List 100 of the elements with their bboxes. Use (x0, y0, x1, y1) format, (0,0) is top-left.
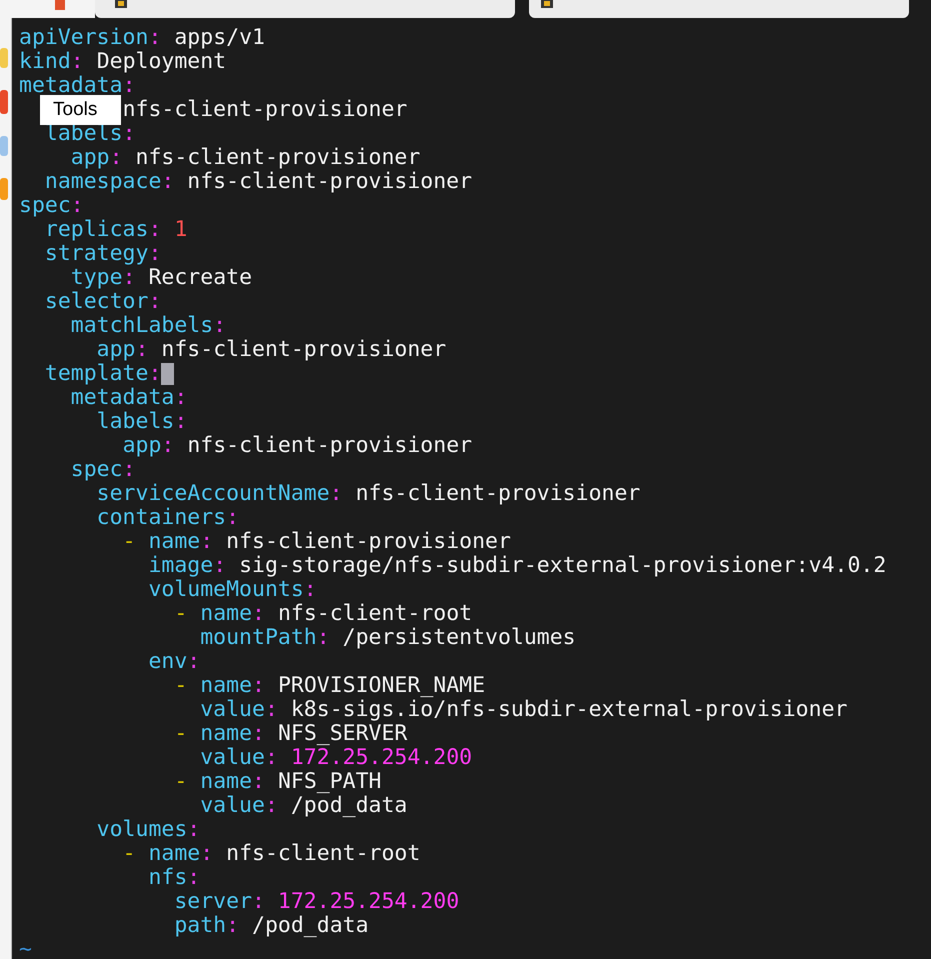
colon: : (136, 338, 148, 362)
yaml-value: k8s-sigs.io/nfs-subdir-external-provisioner (290, 698, 848, 722)
colon: : (316, 626, 330, 650)
yaml-value: nfs-client-root (278, 602, 472, 626)
colon: : (148, 242, 162, 266)
yaml-value: nfs-client-provisioner (187, 434, 472, 458)
colon: : (148, 218, 162, 242)
yaml-value: PROVISIONER_NAME (278, 674, 486, 698)
colon: : (187, 650, 200, 674)
yaml-key: matchLabels (70, 314, 214, 338)
yaml-value: NFS_SERVER (278, 722, 408, 746)
yaml-key: spec (70, 458, 123, 482)
list-dash: - (122, 530, 136, 554)
colon: : (330, 482, 343, 506)
yaml-key: nfs (148, 866, 188, 890)
terminal-tab[interactable] (529, 0, 909, 18)
yaml-value: sig-storage/nfs-subdir-external-provisioner:v4.0.2 (239, 554, 886, 578)
app-icon[interactable] (0, 90, 8, 114)
colon: : (252, 722, 265, 746)
colon: : (226, 914, 240, 938)
yaml-key: value (200, 698, 265, 722)
colon: : (148, 362, 162, 386)
yaml-key: server (174, 890, 252, 914)
colon: : (148, 26, 162, 50)
colon: : (252, 674, 265, 698)
yaml-key: volumes (96, 818, 188, 842)
yaml-key: app (96, 338, 136, 362)
app-icon[interactable] (52, 0, 66, 10)
colon: : (122, 122, 136, 146)
yaml-key: namespace (44, 170, 162, 194)
yaml-key: replicas (44, 218, 148, 242)
yaml-key: app (122, 434, 162, 458)
yaml-key: labels (96, 410, 174, 434)
colon: : (161, 170, 174, 194)
yaml-key: path (174, 914, 226, 938)
yaml-key: image (148, 554, 214, 578)
yaml-key: name (200, 722, 252, 746)
list-dash: - (174, 674, 188, 698)
colon: : (304, 578, 317, 602)
yaml-value: nfs-client-root (226, 842, 420, 866)
yaml-key: spec (19, 194, 71, 218)
yaml-key: strategy (44, 242, 148, 266)
yaml-key: template (44, 362, 148, 386)
yaml-key: type (70, 266, 123, 290)
colon: : (264, 794, 278, 818)
colon: : (122, 74, 136, 98)
colon: : (252, 890, 265, 914)
yaml-value: Recreate (148, 266, 252, 290)
colon: : (264, 698, 278, 722)
yaml-key: kind (19, 50, 71, 74)
colon: : (161, 434, 174, 458)
colon: : (70, 50, 84, 74)
colon: : (213, 314, 226, 338)
yaml-key: metadata (70, 386, 174, 410)
list-dash: - (174, 770, 188, 794)
app-icon[interactable] (0, 178, 8, 200)
number-value: 1 (174, 218, 188, 242)
colon: : (200, 842, 214, 866)
yaml-value: nfs-client-provisioner (136, 146, 420, 170)
yaml-value: NFS_PATH (278, 770, 382, 794)
colon: : (213, 554, 226, 578)
list-dash: - (122, 842, 136, 866)
app-icon[interactable] (0, 136, 8, 156)
yaml-key: name (200, 770, 252, 794)
yaml-key: value (200, 794, 265, 818)
colon: : (148, 290, 162, 314)
colon: : (187, 818, 200, 842)
yaml-key: env (148, 650, 188, 674)
yaml-key: name (148, 842, 200, 866)
terminal-tab[interactable] (95, 0, 515, 18)
yaml-value: nfs-client-provisioner (187, 170, 472, 194)
yaml-key: value (200, 746, 265, 770)
yaml-value: apps/v1 (174, 26, 265, 50)
yaml-key: name (200, 674, 252, 698)
list-dash: - (174, 722, 188, 746)
yaml-value: /pod_data (252, 914, 369, 938)
yaml-value: /persistentvolumes (342, 626, 576, 650)
yaml-value: nfs-client-provisioner (122, 98, 408, 122)
colon: : (200, 530, 214, 554)
yaml-key: metadata (19, 74, 123, 98)
yaml-key: volumeMounts (148, 578, 304, 602)
yaml-value: nfs-client-provisioner (226, 530, 511, 554)
terminal-icon (115, 0, 127, 8)
yaml-value: Deployment (96, 50, 226, 74)
colon: : (70, 194, 84, 218)
colon: : (226, 506, 240, 530)
colon: : (187, 866, 200, 890)
yaml-key: selector (44, 290, 148, 314)
yaml-key: apiVersion (19, 26, 148, 50)
yaml-key: name (148, 530, 200, 554)
yaml-key: mountPath (200, 626, 317, 650)
colon: : (252, 602, 265, 626)
yaml-key: containers (96, 506, 226, 530)
ip-address: 172.25.254.200 (290, 746, 472, 770)
tooltip: Tools (40, 95, 121, 125)
yaml-key: name (200, 602, 252, 626)
colon: : (252, 770, 265, 794)
yaml-value: nfs-client-provisioner (356, 482, 640, 506)
list-dash: - (174, 602, 188, 626)
yaml-value: /pod_data (290, 794, 408, 818)
